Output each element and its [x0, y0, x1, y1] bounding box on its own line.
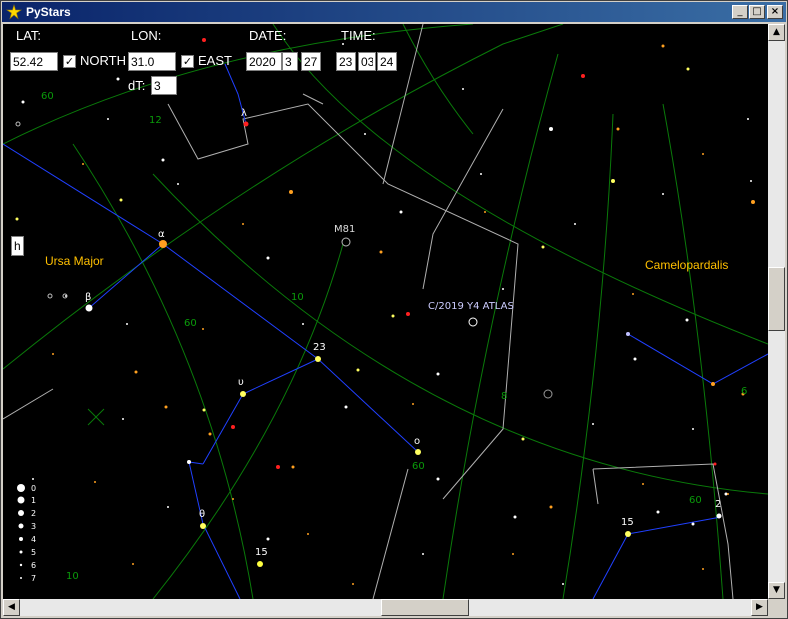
time-label: TIME: — [341, 28, 376, 43]
date-day-input[interactable] — [301, 52, 321, 71]
legend-label: 3 — [31, 522, 36, 531]
horizontal-scrollbar[interactable]: ◀ ▶ — [3, 599, 768, 616]
star-label: 2 — [715, 499, 721, 510]
close-button[interactable]: × — [767, 5, 783, 19]
comet-marker[interactable] — [468, 317, 478, 327]
star-label: α — [158, 229, 165, 240]
scroll-right-icon[interactable]: ▶ — [751, 599, 768, 616]
star-label: υ — [238, 377, 244, 388]
field-stars — [15, 38, 755, 585]
scroll-down-icon[interactable]: ▼ — [768, 582, 785, 599]
legend-label: 6 — [31, 561, 36, 570]
window-title: PyStars — [26, 5, 71, 19]
scroll-up-icon[interactable]: ▲ — [768, 24, 785, 41]
east-checkbox[interactable]: ✓ — [181, 55, 194, 68]
maximize-button[interactable]: □ — [749, 5, 765, 19]
constellation-lines — [3, 63, 768, 599]
help-box[interactable]: h — [11, 236, 24, 256]
dt-input[interactable] — [151, 76, 177, 95]
star-label: ο — [414, 436, 420, 447]
star-label: 15 — [255, 547, 268, 558]
m81-galaxy-marker[interactable] — [341, 237, 351, 247]
east-label: EAST — [198, 53, 232, 68]
dt-label: dT: — [128, 78, 146, 93]
north-checkbox[interactable]: ✓ — [63, 55, 76, 68]
time-hour-input[interactable] — [336, 52, 356, 71]
time-second-input[interactable] — [377, 52, 397, 71]
object-marker[interactable] — [543, 389, 553, 399]
minimize-button[interactable]: _ — [732, 5, 748, 19]
title-bar[interactable]: PyStars _ □ × — [2, 2, 786, 22]
star-label: β — [85, 292, 91, 303]
comet-label: C/2019 Y4 ATLAS — [428, 301, 514, 312]
lon-label: LON: — [131, 28, 162, 43]
constellation-label-camelopardalis: Camelopardalis — [645, 258, 728, 272]
star-label: θ — [199, 509, 205, 520]
grid-label: 60 — [689, 495, 702, 506]
star-app-icon — [6, 4, 22, 20]
constellation-boundaries — [3, 24, 734, 599]
lat-label: LAT: — [16, 28, 42, 43]
scroll-left-icon[interactable]: ◀ — [3, 599, 20, 616]
coordinate-grid — [3, 24, 768, 599]
north-label: NORTH — [80, 53, 126, 68]
grid-labels: 60 12 60 10 60 8 6 60 10 — [41, 91, 747, 582]
grid-label: 6 — [741, 386, 747, 397]
m81-label: M81 — [334, 224, 355, 235]
legend-label: 2 — [31, 509, 36, 518]
star-labels: α β 23 υ ο θ 15 15 2 λ — [85, 108, 721, 558]
sky-map: 60 12 60 10 60 8 6 60 10 α β 23 υ ο θ 15… — [3, 24, 768, 599]
legend-label: 0 — [31, 484, 36, 493]
magnitude-legend: 0 1 2 3 4 5 6 7 — [17, 484, 36, 583]
zenith-cross-icon — [87, 408, 105, 426]
horizontal-scroll-thumb[interactable] — [381, 599, 469, 616]
sky-chart-canvas[interactable]: 60 12 60 10 60 8 6 60 10 α β 23 υ ο θ 15… — [3, 24, 768, 599]
constellation-label-ursa-major: Ursa Major — [45, 254, 104, 268]
scrollbar-corner — [768, 599, 785, 616]
grid-label: 60 — [412, 461, 425, 472]
date-label: DATE: — [249, 28, 287, 43]
grid-label: 10 — [291, 292, 304, 303]
app-window: PyStars _ □ × 60 12 60 10 60 8 6 60 10 α… — [0, 0, 788, 619]
vertical-scrollbar[interactable]: ▲ ▼ — [768, 24, 785, 599]
grid-label: 60 — [184, 318, 197, 329]
legend-label: 5 — [31, 548, 36, 557]
lat-input[interactable] — [10, 52, 58, 71]
date-year-input[interactable] — [246, 52, 282, 71]
legend-label: 1 — [31, 496, 36, 505]
star-label: 15 — [621, 517, 634, 528]
star-label: λ — [241, 108, 247, 119]
time-minute-input[interactable] — [358, 52, 376, 71]
grid-label: 8 — [501, 391, 507, 402]
lon-input[interactable] — [128, 52, 176, 71]
grid-label: 12 — [149, 115, 162, 126]
legend-label: 4 — [31, 535, 36, 544]
legend-label: 7 — [31, 574, 36, 583]
date-month-input[interactable] — [282, 52, 298, 71]
star-label: 23 — [313, 342, 326, 353]
grid-label: 10 — [66, 571, 79, 582]
grid-label: 60 — [41, 91, 54, 102]
vertical-scroll-thumb[interactable] — [768, 267, 785, 331]
